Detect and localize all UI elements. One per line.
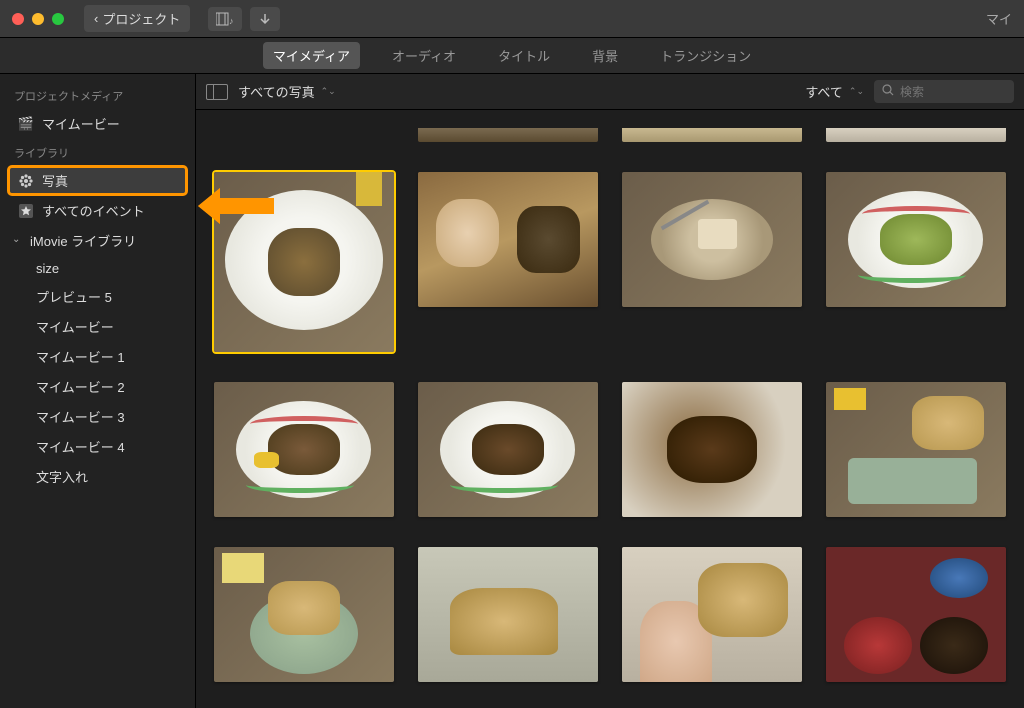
minimize-icon[interactable] <box>32 13 44 25</box>
sidebar-item-child[interactable]: マイムービー <box>8 312 187 341</box>
tab-audio[interactable]: オーディオ <box>382 42 466 69</box>
thumbnail[interactable] <box>622 172 802 307</box>
thumbnail[interactable] <box>622 382 802 517</box>
traffic-lights <box>12 13 64 25</box>
thumbnail[interactable] <box>622 128 802 142</box>
thumbnail[interactable] <box>418 128 598 142</box>
search-icon <box>882 84 894 99</box>
title-bar: ‹ プロジェクト ♪ マイ <box>0 0 1024 38</box>
flower-icon <box>18 173 34 189</box>
star-icon <box>18 203 34 219</box>
sidebar-item-label: プレビュー 5 <box>36 287 112 306</box>
thumbnail[interactable] <box>826 172 1006 307</box>
tab-my-media[interactable]: マイメディア <box>263 42 360 69</box>
sidebar: プロジェクトメディア 🎬 マイムービー ライブラリ 写真 すべてのイベント ⌄ … <box>0 74 196 708</box>
chevron-updown-icon: ⌃⌄ <box>849 86 864 97</box>
sidebar-item-child[interactable]: プレビュー 5 <box>8 282 187 311</box>
svg-text:♪: ♪ <box>229 16 234 26</box>
chevron-down-icon: ⌄ <box>12 234 22 245</box>
sidebar-item-label: マイムービー <box>36 317 114 336</box>
sidebar-section-library: ライブラリ <box>4 139 191 165</box>
filter-bar: すべての写真 ⌃⌄ すべて ⌃⌄ <box>196 74 1024 110</box>
title-right-text: マイ <box>986 9 1012 28</box>
sidebar-item-label: マイムービー <box>42 114 120 133</box>
sidebar-item-label: size <box>36 261 59 276</box>
tab-backgrounds[interactable]: 背景 <box>582 42 628 69</box>
sidebar-item-label: マイムービー 3 <box>36 407 125 426</box>
sidebar-item-label: マイムービー 1 <box>36 347 125 366</box>
media-import-button[interactable]: ♪ <box>208 7 242 31</box>
layout-toggle-icon[interactable] <box>206 84 228 100</box>
chevron-updown-icon: ⌃⌄ <box>321 86 336 97</box>
source-dropdown[interactable]: すべての写真 ⌃⌄ <box>238 82 336 101</box>
sidebar-item-label: 文字入れ <box>36 467 88 486</box>
thumbnail[interactable] <box>214 382 394 517</box>
clapper-icon: 🎬 <box>18 116 34 132</box>
back-button[interactable]: ‹ プロジェクト <box>84 5 190 32</box>
sidebar-section-project: プロジェクトメディア <box>4 82 191 108</box>
dropdown-label: すべての写真 <box>238 82 315 101</box>
sidebar-item-all-events[interactable]: すべてのイベント <box>8 196 187 225</box>
chevron-left-icon: ‹ <box>94 11 98 26</box>
sidebar-item-photos[interactable]: 写真 <box>8 166 187 195</box>
photo-grid <box>196 110 1024 708</box>
sidebar-item-label: マイムービー 4 <box>36 437 125 456</box>
thumbnail[interactable] <box>826 547 1006 682</box>
sidebar-item-imovie-library[interactable]: ⌄ iMovie ライブラリ <box>8 226 187 255</box>
sidebar-item-label: すべてのイベント <box>42 201 145 220</box>
sidebar-item-child[interactable]: size <box>8 256 187 281</box>
scope-dropdown[interactable]: すべて ⌃⌄ <box>805 82 864 101</box>
sidebar-item-child[interactable]: マイムービー 2 <box>8 372 187 401</box>
thumbnail[interactable] <box>214 547 394 682</box>
main-pane: すべての写真 ⌃⌄ すべて ⌃⌄ <box>196 74 1024 708</box>
back-label: プロジェクト <box>102 9 180 28</box>
sidebar-item-my-movie[interactable]: 🎬 マイムービー <box>8 109 187 138</box>
thumbnail-selected[interactable] <box>214 172 394 352</box>
sidebar-item-label: iMovie ライブラリ <box>30 231 136 250</box>
thumbnail[interactable] <box>826 382 1006 517</box>
film-music-icon: ♪ <box>216 12 234 26</box>
download-button[interactable] <box>250 7 280 31</box>
thumbnail[interactable] <box>622 547 802 682</box>
search-input[interactable] <box>900 85 1006 99</box>
download-icon <box>258 12 272 26</box>
zoom-icon[interactable] <box>52 13 64 25</box>
dropdown-label: すべて <box>805 82 843 101</box>
sidebar-item-child[interactable]: マイムービー 4 <box>8 432 187 461</box>
sidebar-item-child[interactable]: 文字入れ <box>8 462 187 491</box>
close-icon[interactable] <box>12 13 24 25</box>
search-field[interactable] <box>874 80 1014 103</box>
sidebar-item-child[interactable]: マイムービー 1 <box>8 342 187 371</box>
tab-transitions[interactable]: トランジション <box>650 42 761 69</box>
sidebar-item-child[interactable]: マイムービー 3 <box>8 402 187 431</box>
thumbnail[interactable] <box>418 172 598 307</box>
tab-titles[interactable]: タイトル <box>488 42 560 69</box>
sidebar-item-label: マイムービー 2 <box>36 377 125 396</box>
thumbnail[interactable] <box>418 382 598 517</box>
tab-bar: マイメディア オーディオ タイトル 背景 トランジション <box>0 38 1024 74</box>
sidebar-item-label: 写真 <box>42 171 68 190</box>
thumbnail[interactable] <box>418 547 598 682</box>
thumbnail[interactable] <box>826 128 1006 142</box>
